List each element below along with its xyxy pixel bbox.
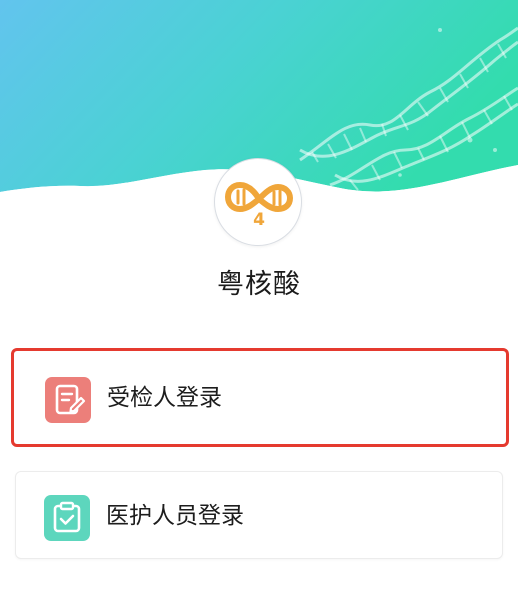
clipboard-check-icon: [44, 495, 90, 541]
app-title: 粤核酸: [217, 269, 301, 300]
form-edit-icon: [45, 377, 91, 423]
app-logo: 4: [214, 158, 302, 246]
examinee-login-label: 受检人登录: [107, 385, 222, 411]
medical-staff-login-button[interactable]: 医护人员登录: [15, 471, 503, 559]
logo-number: 4: [253, 210, 265, 230]
dna-infinity-logo-icon: [224, 181, 294, 213]
medical-staff-login-label: 医护人员登录: [106, 503, 244, 529]
examinee-login-button[interactable]: 受检人登录: [16, 353, 503, 441]
